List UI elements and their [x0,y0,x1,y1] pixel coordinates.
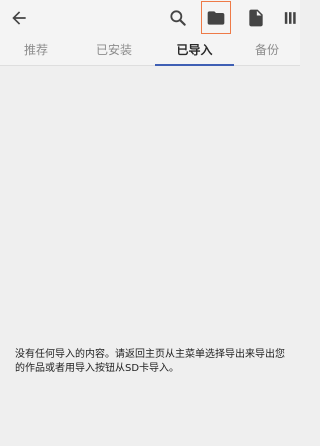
arrow-left-icon [12,11,26,25]
tab-installed[interactable]: 已安装 [72,36,156,66]
folder-button[interactable] [201,1,231,34]
file-icon [249,9,263,27]
tab-recommended[interactable]: 推荐 [0,36,72,66]
tab-bar: 推荐 已安装 已导入 备份 [0,36,300,66]
tab-backup[interactable]: 备份 [234,36,300,66]
tab-imported[interactable]: 已导入 [155,36,234,66]
back-button[interactable] [4,3,34,33]
overflow-icon [284,12,296,24]
folder-icon [207,10,225,25]
imported-content-area: 没有任何导入的内容。请返回主页从主菜单选择导出来导出您的作品或者用导入按钮从SD… [0,67,300,446]
overflow-menu-button[interactable] [281,3,300,33]
search-button[interactable] [163,3,193,33]
file-button[interactable] [241,3,271,33]
app-toolbar [0,0,300,36]
active-tab-indicator [155,64,234,66]
empty-state-message: 没有任何导入的内容。请返回主页从主菜单选择导出来导出您的作品或者用导入按钮从SD… [15,349,285,374]
search-icon [170,10,186,26]
